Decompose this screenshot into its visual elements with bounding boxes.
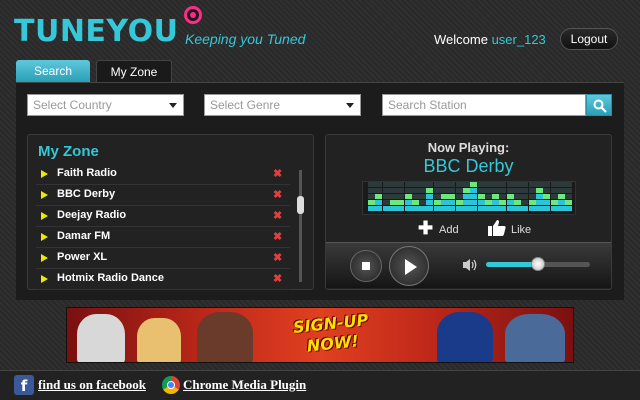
station-list-item[interactable]: Power XL ✖: [36, 248, 290, 269]
chevron-down-icon: [169, 103, 177, 108]
scrollbar-thumb[interactable]: [297, 196, 304, 214]
station-name: BBC Derby: [57, 188, 116, 200]
add-label: Add: [439, 224, 459, 236]
play-arrow-icon: [41, 254, 48, 262]
logout-button[interactable]: Logout: [560, 28, 618, 50]
tagline: Keeping you Tuned: [185, 31, 306, 47]
chrome-plugin-link[interactable]: Chrome Media Plugin: [183, 377, 306, 393]
equalizer-bar: [535, 181, 543, 211]
equalizer-bar: [462, 181, 470, 211]
facebook-icon[interactable]: f: [14, 375, 34, 395]
station-name: Deejay Radio: [57, 209, 127, 221]
equalizer-bar: [492, 181, 500, 211]
equalizer-bar: [368, 181, 375, 211]
equalizer-bar: [484, 181, 492, 211]
search-button[interactable]: [586, 94, 612, 116]
remove-icon[interactable]: ✖: [273, 272, 282, 285]
chrome-icon[interactable]: [162, 376, 180, 394]
equalizer-bar: [426, 181, 434, 211]
welcome-text: Welcome: [434, 32, 488, 47]
equalizer-bar: [506, 181, 514, 211]
equalizer-bar: [528, 181, 536, 211]
welcome-message: Welcome user_123: [434, 32, 546, 47]
equalizer-bar: [389, 181, 397, 211]
country-select-label: Select Country: [33, 98, 112, 112]
station-list-item[interactable]: Damar FM ✖: [36, 227, 290, 248]
athlete-image: [77, 314, 125, 362]
my-zone-title: My Zone: [38, 143, 99, 160]
equalizer-bar: [397, 181, 405, 211]
station-search-input[interactable]: [382, 94, 586, 116]
remove-icon[interactable]: ✖: [273, 167, 282, 180]
station-name: Power XL: [57, 251, 108, 263]
equalizer-bar: [419, 181, 427, 211]
chevron-down-icon: [346, 103, 354, 108]
equalizer-bar: [404, 181, 412, 211]
genre-select-label: Select Genre: [210, 98, 281, 112]
stop-button[interactable]: [350, 250, 382, 282]
thumbs-up-icon: [488, 220, 506, 236]
equalizer-bar: [499, 181, 507, 211]
plus-icon: ✚: [418, 218, 434, 238]
station-list: Faith Radio ✖ BBC Derby ✖ Deejay Radio ✖ Damar…: [36, 164, 290, 290]
volume-handle[interactable]: [531, 257, 545, 271]
play-arrow-icon: [41, 233, 48, 241]
play-arrow-icon: [41, 212, 48, 220]
play-arrow-icon: [41, 275, 48, 283]
equalizer-bar: [448, 181, 456, 211]
station-list-item[interactable]: BBC Derby ✖: [36, 185, 290, 206]
now-playing-station: BBC Derby: [423, 156, 514, 176]
logo-target-icon: [184, 6, 202, 24]
remove-icon[interactable]: ✖: [273, 230, 282, 243]
equalizer-bar: [433, 181, 441, 211]
equalizer-bar: [455, 181, 463, 211]
scrollbar-track[interactable]: [299, 170, 302, 282]
station-list-item[interactable]: Hotmix Radio Dance ✖: [36, 269, 290, 290]
equalizer-bar: [382, 181, 390, 211]
equalizer-bar: [441, 181, 448, 211]
athlete-image: [197, 312, 253, 362]
logo: TUNEYOU: [14, 14, 179, 49]
equalizer-bar: [477, 181, 485, 211]
station-name: Hotmix Radio Dance: [57, 272, 164, 284]
tab-search[interactable]: Search: [16, 60, 90, 82]
play-arrow-icon: [41, 191, 48, 199]
header: TUNEYOU Keeping you Tuned Welcome user_1…: [0, 0, 640, 60]
volume-slider[interactable]: [486, 257, 590, 271]
station-list-item[interactable]: Deejay Radio ✖: [36, 206, 290, 227]
athlete-image: [505, 314, 565, 362]
username[interactable]: user_123: [492, 32, 546, 47]
remove-icon[interactable]: ✖: [273, 209, 282, 222]
genre-select[interactable]: Select Genre: [204, 94, 361, 116]
equalizer-bar: [557, 181, 565, 211]
play-arrow-icon: [41, 170, 48, 178]
station-name: Damar FM: [57, 230, 111, 242]
remove-icon[interactable]: ✖: [273, 188, 282, 201]
equalizer: [362, 181, 576, 215]
tab-my-zone[interactable]: My Zone: [96, 60, 172, 82]
equalizer-bar: [470, 181, 478, 211]
athlete-image: [137, 318, 181, 362]
like-label: Like: [511, 224, 532, 236]
play-button[interactable]: [389, 246, 429, 286]
equalizer-bar: [514, 181, 521, 211]
now-playing-label: Now Playing:: [427, 140, 510, 155]
equalizer-bar: [565, 181, 573, 211]
country-select[interactable]: Select Country: [27, 94, 184, 116]
equalizer-bar: [543, 181, 551, 211]
remove-icon[interactable]: ✖: [273, 251, 282, 264]
station-list-item[interactable]: Faith Radio ✖: [36, 164, 290, 185]
equalizer-bar: [550, 181, 558, 211]
equalizer-bar: [411, 181, 419, 211]
search-icon: [593, 99, 607, 113]
station-name: Faith Radio: [57, 167, 117, 179]
athlete-image: [437, 312, 493, 362]
equalizer-bar: [521, 181, 529, 211]
volume-icon: [463, 259, 477, 271]
facebook-link[interactable]: find us on facebook: [38, 377, 146, 393]
equalizer-bar: [375, 181, 383, 211]
